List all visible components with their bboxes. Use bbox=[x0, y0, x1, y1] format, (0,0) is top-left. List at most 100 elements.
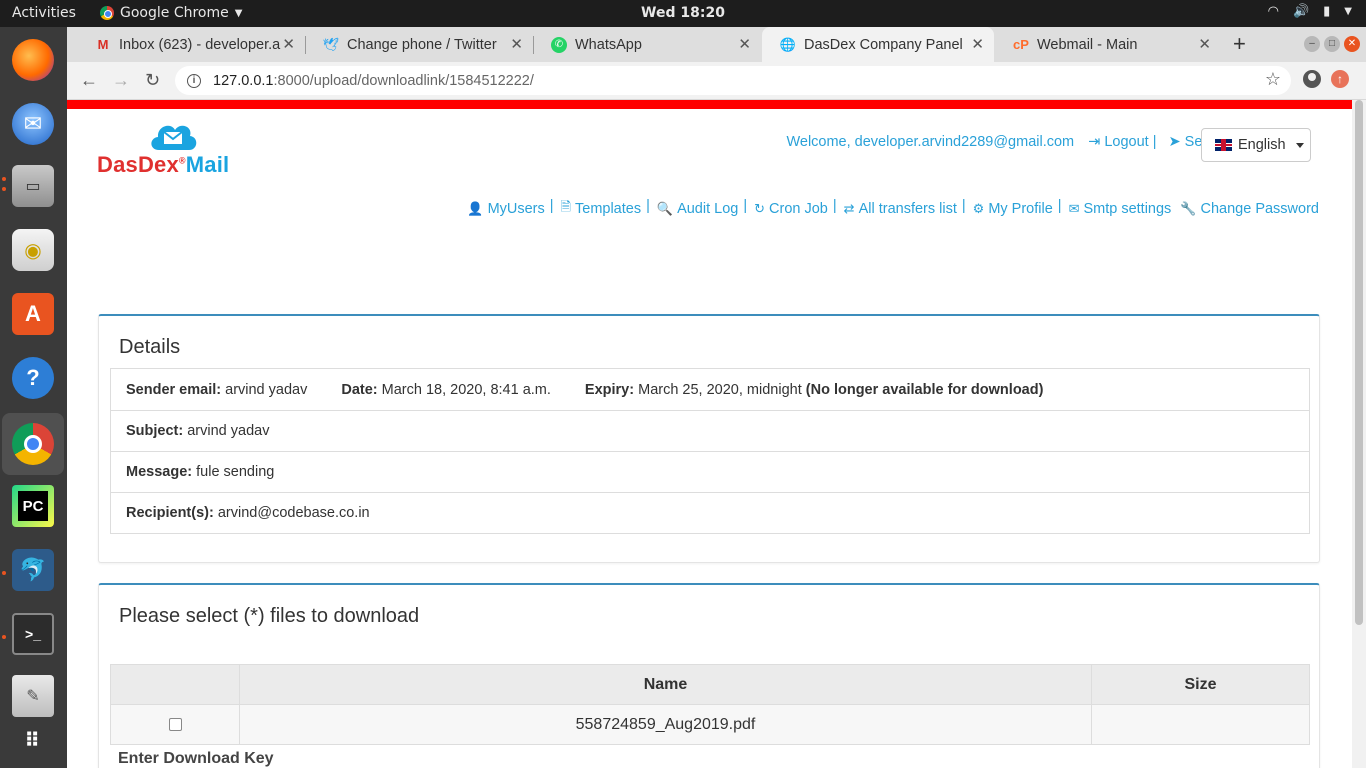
scrollbar-thumb[interactable] bbox=[1355, 100, 1363, 625]
file-select-cell bbox=[110, 704, 240, 745]
address-bar[interactable]: i 127.0.0.1:8000/upload/downloadlink/158… bbox=[175, 66, 1291, 95]
terminal-launcher[interactable]: >_ bbox=[8, 609, 58, 659]
speaker-icon: ◉ bbox=[12, 229, 54, 271]
show-apps-button[interactable]: ⠿ bbox=[8, 715, 58, 765]
nav-my-profile[interactable]: ⚙ My Profile bbox=[973, 198, 1053, 220]
tab-title: DasDex Company Panel bbox=[804, 36, 963, 53]
chrome-launcher[interactable] bbox=[2, 413, 64, 475]
chevron-down-icon: ▼ bbox=[1344, 6, 1352, 17]
language-label: English bbox=[1238, 137, 1286, 153]
reload-button[interactable]: ↻ bbox=[145, 70, 160, 91]
rhythmbox-launcher[interactable]: ◉ bbox=[8, 225, 58, 275]
caret-down-icon bbox=[1295, 142, 1304, 148]
close-icon[interactable]: ✕ bbox=[971, 35, 984, 53]
logout-icon: ⇥ bbox=[1088, 134, 1101, 150]
gear-icon: ⚙ bbox=[972, 201, 985, 216]
back-button[interactable]: ← bbox=[80, 70, 98, 91]
url-path: :8000/upload/downloadlink/1584512222/ bbox=[273, 72, 534, 89]
notepad-icon: ✎ bbox=[12, 675, 54, 717]
files-panel: Please select (*) files to download Name… bbox=[98, 583, 1320, 768]
gmail-icon: M bbox=[97, 37, 109, 52]
bookmark-star-icon[interactable]: ☆ bbox=[1265, 69, 1281, 90]
system-top-bar: Activities Google Chrome ▼ Wed 18:20 ◠ 🔊… bbox=[0, 0, 1366, 27]
forward-button[interactable]: → bbox=[112, 70, 130, 91]
thunderbird-icon: ✉ bbox=[12, 103, 54, 145]
firefox-icon bbox=[12, 39, 54, 81]
brand-name: DasDex®Mail bbox=[97, 152, 230, 177]
files-header-row: Name Size bbox=[110, 664, 1310, 705]
dolphin-icon: 🐬 bbox=[12, 549, 54, 591]
chrome-icon bbox=[12, 423, 54, 465]
language-dropdown[interactable]: English bbox=[1201, 128, 1311, 162]
select-column-header bbox=[110, 664, 240, 705]
running-indicator bbox=[2, 187, 6, 191]
firefox-launcher[interactable] bbox=[8, 35, 58, 85]
pycharm-icon: PC bbox=[12, 485, 54, 527]
window-close-button[interactable]: ✕ bbox=[1344, 36, 1360, 52]
dasdex-logo[interactable]: DasDex®Mail bbox=[97, 118, 257, 178]
info-icon[interactable]: i bbox=[187, 73, 201, 88]
uk-flag-icon bbox=[1215, 139, 1232, 151]
file-name: 558724859_Aug2019.pdf bbox=[239, 704, 1092, 745]
files-icon: ▭ bbox=[12, 165, 54, 207]
text-editor-launcher[interactable]: ✎ bbox=[8, 671, 58, 721]
tab-webmail[interactable]: cP Webmail - Main ✕ bbox=[995, 27, 1221, 62]
search-icon: 🔍 bbox=[656, 201, 674, 216]
welcome-link[interactable]: Welcome, developer.arvind2289@gmail.com bbox=[786, 134, 1074, 150]
pycharm-launcher[interactable]: PC bbox=[8, 481, 58, 531]
close-icon[interactable]: ✕ bbox=[738, 35, 751, 53]
twitter-icon: 🕊 bbox=[322, 36, 340, 52]
wifi-icon: ◠ bbox=[1267, 4, 1279, 19]
cpanel-icon: cP bbox=[1013, 37, 1029, 52]
file-checkbox[interactable] bbox=[168, 717, 182, 731]
thunderbird-launcher[interactable]: ✉ bbox=[8, 99, 58, 149]
close-icon[interactable]: ✕ bbox=[1198, 35, 1211, 53]
details-panel: Details Sender email: arvind yadav Date:… bbox=[98, 314, 1320, 563]
whatsapp-icon: ✆ bbox=[551, 36, 567, 53]
nav-smtp-settings[interactable]: ✉ Smtp settings bbox=[1069, 198, 1172, 220]
date-value: March 18, 2020, 8:41 a.m. bbox=[381, 381, 551, 398]
dock: ✉ ▭ ◉ A ? PC 🐬 >_ ✎ ⠿ bbox=[0, 27, 67, 768]
transfer-icon: ⇄ bbox=[843, 201, 855, 216]
help-launcher[interactable]: ? bbox=[8, 353, 58, 403]
nav-change-password[interactable]: 🔧 Change Password bbox=[1180, 198, 1319, 220]
tab-title: WhatsApp bbox=[575, 36, 642, 53]
tab-dasdex-panel[interactable]: 🌐 DasDex Company Panel ✕ bbox=[762, 27, 994, 62]
nav-audit-log[interactable]: 🔍 Audit Log bbox=[657, 198, 738, 220]
profile-icon[interactable] bbox=[1303, 70, 1321, 88]
nav-templates[interactable]: 🗎 Templates bbox=[561, 198, 642, 220]
refresh-icon: ↻ bbox=[754, 201, 766, 216]
mysql-workbench-launcher[interactable]: 🐬 bbox=[8, 545, 58, 595]
page-scrollbar[interactable] bbox=[1352, 100, 1366, 768]
tab-twitter[interactable]: 🕊 Change phone / Twitter ✕ bbox=[305, 27, 533, 62]
message-value: fule sending bbox=[196, 464, 275, 480]
globe-icon: 🌐 bbox=[779, 36, 797, 52]
url-host: 127.0.0.1 bbox=[213, 72, 274, 89]
nav-cron-job[interactable]: ↻ Cron Job bbox=[754, 198, 828, 220]
software-center-icon: A bbox=[12, 293, 54, 335]
file-icon: 🗎 bbox=[560, 199, 571, 214]
tab-title: Inbox (623) - developer.a bbox=[119, 36, 281, 53]
tab-gmail[interactable]: M Inbox (623) - developer.a ✕ bbox=[77, 27, 305, 62]
running-indicator bbox=[2, 177, 6, 181]
running-indicator bbox=[2, 635, 6, 639]
logout-link[interactable]: ⇥ Logout | bbox=[1088, 134, 1156, 150]
nav-all-transfers[interactable]: ⇄ All transfers list bbox=[844, 198, 957, 220]
download-key-label: Enter Download Key bbox=[118, 750, 274, 767]
update-icon[interactable]: ↑ bbox=[1331, 70, 1349, 88]
running-indicator bbox=[2, 571, 6, 575]
minimize-button[interactable]: – bbox=[1304, 36, 1320, 52]
system-tray[interactable]: ◠ 🔊 ▮ ▼ bbox=[1268, 4, 1352, 19]
details-row-subject: Subject: arvind yadav bbox=[111, 410, 1309, 451]
clock[interactable]: Wed 18:20 bbox=[0, 5, 1366, 21]
files-launcher[interactable]: ▭ bbox=[8, 161, 58, 211]
details-table: Sender email: arvind yadav Date: March 1… bbox=[110, 368, 1310, 534]
tab-whatsapp[interactable]: ✆ WhatsApp ✕ bbox=[533, 27, 761, 62]
name-column-header: Name bbox=[239, 664, 1092, 705]
software-launcher[interactable]: A bbox=[8, 289, 58, 339]
new-tab-button[interactable]: + bbox=[1233, 31, 1246, 57]
nav-myusers[interactable]: 👤 MyUsers bbox=[467, 198, 544, 220]
maximize-button[interactable]: □ bbox=[1324, 36, 1340, 52]
close-icon[interactable]: ✕ bbox=[282, 35, 295, 53]
close-icon[interactable]: ✕ bbox=[510, 35, 523, 53]
